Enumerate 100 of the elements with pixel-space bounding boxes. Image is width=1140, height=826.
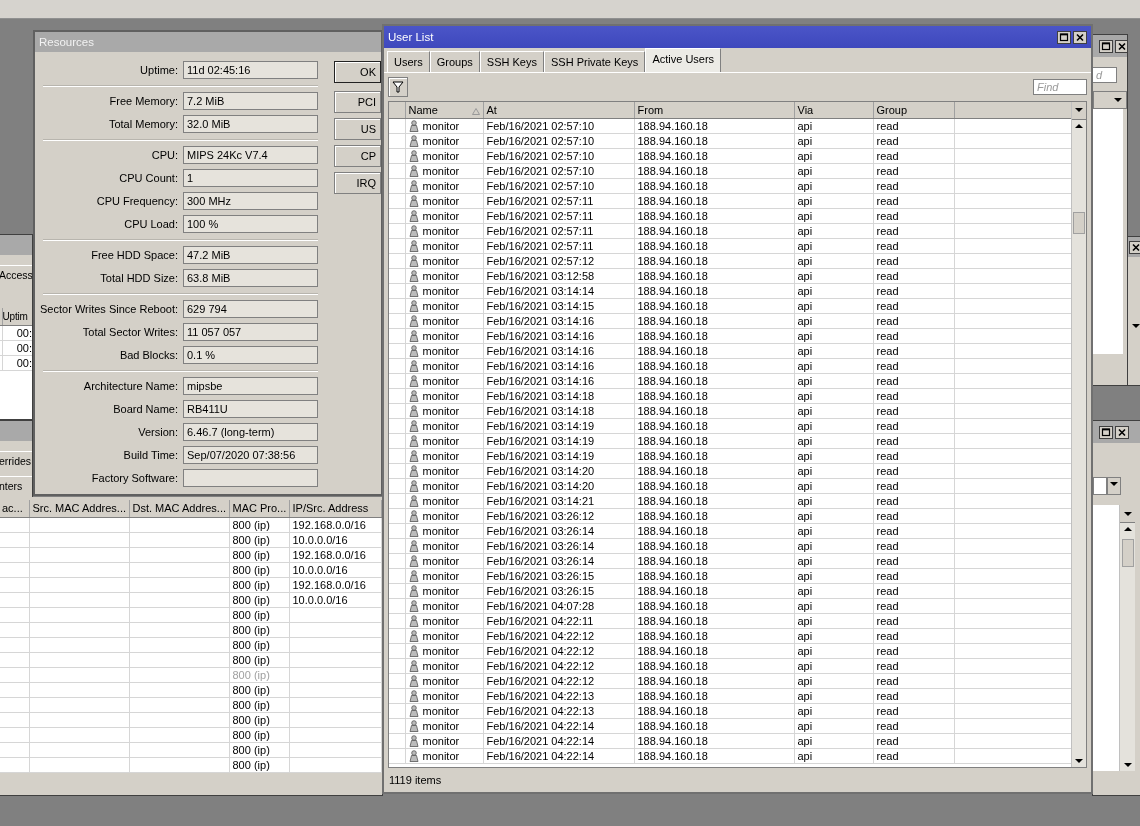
table-cell: monitor (422, 450, 460, 463)
table-cell: monitor (422, 660, 460, 673)
table-cell: monitor (422, 360, 460, 373)
column-header[interactable]: ac... (0, 500, 29, 517)
table-cell: api (794, 688, 873, 704)
table-cell: 188.94.160.18 (634, 523, 794, 539)
table-cell: 10.0.0.0/16 (289, 562, 381, 577)
table-cell: 188.94.160.18 (634, 343, 794, 359)
table-cell: 800 (ip) (229, 712, 289, 727)
table-cell: read (873, 508, 954, 524)
table-cell: 800 (ip) (229, 652, 289, 667)
table-cell: Feb/16/2021 02:57:10 (483, 178, 634, 194)
table-cell: 188.94.160.18 (634, 268, 794, 284)
tab[interactable]: Users (387, 51, 430, 72)
table-cell: read (873, 493, 954, 509)
dialog-button[interactable]: CP (334, 145, 381, 167)
table-cell: read (873, 193, 954, 209)
table-cell: 188.94.160.18 (634, 688, 794, 704)
table-cell: 00: (2, 340, 32, 355)
table-cell: api (794, 718, 873, 734)
dialog-button[interactable]: US (334, 118, 381, 140)
table-cell: read (873, 253, 954, 269)
table-cell: monitor (422, 195, 460, 208)
column-header[interactable]: IP/Src. Address (289, 500, 381, 517)
table-cell: 188.94.160.18 (634, 298, 794, 314)
table-cell: Feb/16/2021 03:26:14 (483, 523, 634, 539)
table-cell: 188.94.160.18 (634, 718, 794, 734)
table-cell: api (794, 628, 873, 644)
table-cell: 188.94.160.18 (634, 223, 794, 239)
table-cell: api (794, 343, 873, 359)
value-field: 100 % (183, 215, 318, 233)
table-cell: 188.94.160.18 (634, 118, 794, 134)
table-cell: Feb/16/2021 02:57:11 (483, 208, 634, 224)
table-cell: 800 (ip) (229, 592, 289, 607)
table-cell: api (794, 298, 873, 314)
table-cell: Feb/16/2021 02:57:10 (483, 118, 634, 134)
table-cell: read (873, 703, 954, 719)
table-cell: monitor (422, 645, 460, 658)
table-cell: Feb/16/2021 02:57:11 (483, 193, 634, 209)
column-header[interactable]: Via (794, 101, 873, 119)
table-cell: api (794, 208, 873, 224)
field-label: Board Name: (112, 403, 178, 415)
table-cell: monitor (422, 300, 460, 313)
column-header[interactable]: Src. MAC Addres... (29, 500, 129, 517)
table-cell: api (794, 463, 873, 479)
table-cell: 188.94.160.18 (634, 553, 794, 569)
table-cell: monitor (422, 465, 460, 478)
table-cell: api (794, 673, 873, 689)
table-cell: Feb/16/2021 03:14:19 (483, 418, 634, 434)
value-field: 1 (183, 169, 318, 187)
column-header[interactable]: From (634, 101, 794, 119)
table-cell: 800 (ip) (229, 742, 289, 757)
table-cell: Feb/16/2021 03:14:19 (483, 448, 634, 464)
find-field[interactable]: Find (1033, 78, 1087, 95)
table-cell: api (794, 283, 873, 299)
table-cell: Feb/16/2021 03:14:16 (483, 343, 634, 359)
field-label: Architecture Name: (82, 380, 178, 392)
table-cell: 188.94.160.18 (634, 283, 794, 299)
table-cell: monitor (422, 150, 460, 163)
table-cell: api (794, 328, 873, 344)
field-label: CPU: (150, 149, 178, 161)
table-cell: monitor (422, 225, 460, 238)
column-header[interactable]: Group (873, 101, 954, 119)
column-header[interactable]: At (483, 101, 634, 119)
value-field: 11d 02:45:16 (183, 61, 318, 79)
table-cell: read (873, 628, 954, 644)
table-cell: api (794, 193, 873, 209)
table-cell: Feb/16/2021 03:14:21 (483, 493, 634, 509)
dialog-button[interactable]: PCI (334, 91, 381, 113)
field-label: CPU Load: (123, 218, 178, 230)
table-cell: monitor (422, 390, 460, 403)
table-cell: monitor (422, 540, 460, 553)
tab[interactable]: SSH Keys (479, 51, 544, 72)
table-cell: 188.94.160.18 (634, 478, 794, 494)
field-label: Build Time: (122, 449, 178, 461)
tab[interactable]: SSH Private Keys (543, 51, 646, 72)
table-cell: 800 (ip) (229, 532, 289, 547)
table-cell: Feb/16/2021 03:14:20 (483, 478, 634, 494)
column-header[interactable]: Dst. MAC Addres... (129, 500, 229, 517)
column-header[interactable]: MAC Pro... (229, 500, 289, 517)
tab[interactable]: Groups (429, 51, 480, 72)
table-cell: monitor (422, 705, 460, 718)
table-cell: Feb/16/2021 03:14:14 (483, 283, 634, 299)
dialog-button[interactable]: IRQ (334, 172, 381, 194)
dialog-button[interactable]: OK (334, 61, 381, 83)
table-cell: monitor (422, 735, 460, 748)
table-cell: Feb/16/2021 03:14:18 (483, 403, 634, 419)
table-cell: 188.94.160.18 (634, 133, 794, 149)
table-cell: monitor (422, 120, 460, 133)
table-cell: Feb/16/2021 03:14:19 (483, 433, 634, 449)
field-label: Sector Writes Since Reboot: (39, 303, 178, 315)
column-header[interactable]: Uptim (2, 308, 32, 325)
tab[interactable]: Active Users (645, 48, 722, 72)
table-cell: monitor (422, 315, 460, 328)
table-cell: read (873, 238, 954, 254)
table-cell: api (794, 178, 873, 194)
table-cell: 188.94.160.18 (634, 493, 794, 509)
column-header[interactable]: Name (405, 101, 483, 119)
find-field[interactable]: d (1093, 67, 1117, 83)
table-cell: Feb/16/2021 02:57:10 (483, 133, 634, 149)
